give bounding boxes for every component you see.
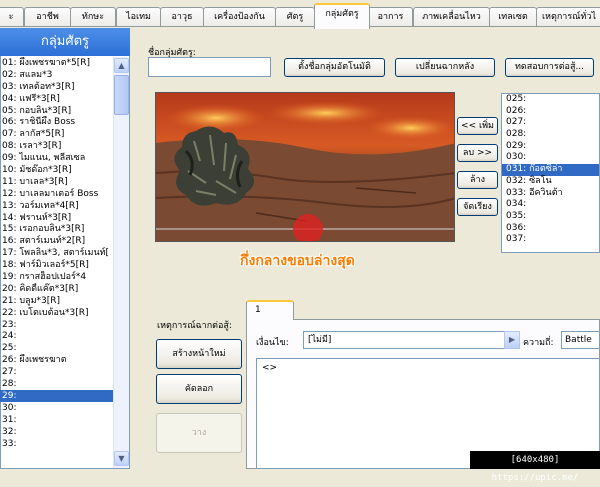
troop-list-item[interactable]: 04: แฟรี่*3[R] bbox=[0, 93, 113, 105]
enemy-list-item[interactable]: 036: bbox=[502, 223, 599, 235]
troop-list-item[interactable]: 18: ฟาร์มิวเลอร์*5[R] bbox=[0, 259, 113, 271]
troop-list-item[interactable]: 23: bbox=[0, 319, 113, 331]
troop-list-item[interactable]: 19: กราสฮ็อปเปอร์*4 bbox=[0, 271, 113, 283]
scroll-up-icon[interactable]: ▲ bbox=[114, 58, 129, 73]
enemy-list-item[interactable]: 026: bbox=[502, 106, 599, 118]
tab-animations[interactable]: ภาพเคลื่อนไหว bbox=[413, 7, 490, 27]
enemy-list-item[interactable]: 025: bbox=[502, 94, 599, 106]
troop-list-item[interactable]: 07: ลากัส*5[R] bbox=[0, 128, 113, 140]
troop-list-item[interactable]: 14: ฟรานห์*3[R] bbox=[0, 212, 113, 224]
troop-list-item[interactable]: 27: bbox=[0, 366, 113, 378]
copy-page-button[interactable]: คัดลอก bbox=[156, 374, 242, 404]
troop-list-item[interactable]: 31: bbox=[0, 414, 113, 426]
enemy-list-item[interactable]: 034: bbox=[502, 199, 599, 211]
add-enemy-button[interactable]: << เพิ่ม bbox=[457, 117, 498, 135]
troop-list-item[interactable]: 05: กอบลิน*3[R] bbox=[0, 105, 113, 117]
battle-preview[interactable] bbox=[155, 92, 455, 242]
tab-skills[interactable]: ทักษะ bbox=[70, 7, 116, 27]
remove-enemy-button[interactable]: ลบ >> bbox=[457, 144, 498, 162]
event-page-tab[interactable]: 1 bbox=[246, 300, 294, 320]
troop-list-item[interactable]: 20: คิดดี้แค๊ต*3[R] bbox=[0, 283, 113, 295]
troop-list-item[interactable]: 16: สตาร์เมนท์*2[R] bbox=[0, 235, 113, 247]
enemy-list-item[interactable]: 029: bbox=[502, 141, 599, 153]
troop-list-item[interactable]: 13: วอร์มเทล*4[R] bbox=[0, 200, 113, 212]
tab-armors[interactable]: เครื่องป้องกัน bbox=[203, 7, 276, 27]
troop-list-item[interactable]: 28: bbox=[0, 378, 113, 390]
scroll-down-icon[interactable]: ▼ bbox=[114, 451, 129, 466]
paste-page-button[interactable]: วาง bbox=[156, 413, 242, 453]
tab-partial[interactable]: ะ bbox=[0, 7, 24, 27]
condition-open-icon[interactable]: ▶ bbox=[504, 331, 520, 349]
clear-enemies-button[interactable]: ล้าง bbox=[457, 171, 498, 189]
scroll-thumb[interactable] bbox=[114, 75, 129, 115]
troop-list-item[interactable]: 21: บลูม*3[R] bbox=[0, 295, 113, 307]
tab-tilesets[interactable]: เทลเซต bbox=[489, 7, 537, 27]
battle-events-label: เหตุการณ์ฉากต่อสู้: bbox=[157, 321, 232, 331]
enemy-list[interactable]: 025: 026: 027: 028: 029: 030: 031: ก๊อตซิล่า 03… bbox=[501, 93, 600, 253]
troop-list-item[interactable]: 08: เรลา*3[R] bbox=[0, 140, 113, 152]
troop-list-item[interactable]: 22: เบโตเบต้อน*3[R] bbox=[0, 307, 113, 319]
enemy-list-item[interactable]: 031: ก๊อตซิล่า bbox=[502, 164, 599, 176]
condition-label: เงื่อนไข: bbox=[256, 338, 289, 348]
troop-list-item[interactable]: 30: bbox=[0, 402, 113, 414]
arrange-enemies-button[interactable]: จัดเรียง bbox=[457, 198, 498, 216]
tab-enemies[interactable]: ศัตรู bbox=[275, 7, 315, 27]
enemy-list-item[interactable]: 030: bbox=[502, 152, 599, 164]
troop-list-item[interactable]: 26: ผึ้งเพชรฆาต bbox=[0, 354, 113, 366]
enemy-list-item[interactable]: 032: ซิลโน bbox=[502, 176, 599, 188]
troop-list-item[interactable]: 01: ผึ้งเพชรฆาต*5[R] bbox=[0, 57, 113, 69]
event-page-tab-label: 1 bbox=[255, 305, 261, 315]
change-background-button[interactable]: เปลี่ยนฉากหลัง bbox=[395, 58, 495, 77]
troop-list-item[interactable]: 06: ราชินีผึ้ง Boss bbox=[0, 116, 113, 128]
enemy-list-item[interactable]: 028: bbox=[502, 129, 599, 141]
enemy-list-item[interactable]: 035: bbox=[502, 211, 599, 223]
span-label: ความถี่: bbox=[523, 338, 554, 348]
troop-list-item[interactable]: 02: สแลม*3 bbox=[0, 69, 113, 81]
enemy-list-item[interactable]: 033: อีควินต้า bbox=[502, 188, 599, 200]
tab-divider bbox=[0, 26, 600, 27]
troop-list-header: กลุ่มศัตรู bbox=[0, 28, 130, 56]
tab-weapons[interactable]: อาวุธ bbox=[160, 7, 204, 27]
troop-list-item[interactable]: 10: มัชด๊อก*3[R] bbox=[0, 164, 113, 176]
span-select[interactable]: Battle bbox=[561, 331, 600, 349]
tab-bar: ะ อาชีพ ทักษะ ไอเทม อาวุธ เครื่องป้องกัน… bbox=[0, 0, 600, 29]
tab-class[interactable]: อาชีพ bbox=[24, 7, 71, 27]
enemy-list-item[interactable]: 027: bbox=[502, 117, 599, 129]
troop-list-item[interactable]: 24: bbox=[0, 330, 113, 342]
auto-name-button[interactable]: ตั้งชื่อกลุ่มอัตโนมัติ bbox=[284, 58, 385, 77]
troop-list-item[interactable]: 11: บาเลล*3[R] bbox=[0, 176, 113, 188]
condition-field[interactable]: [ไม่มี] bbox=[303, 331, 506, 349]
troop-list[interactable]: 01: ผึ้งเพชรฆาต*5[R] 02: สแลม*3 03: เทลต้อ… bbox=[0, 57, 113, 469]
troop-list-scrollbar[interactable]: ▲ ▼ bbox=[113, 57, 129, 468]
tab-states[interactable]: อาการ bbox=[368, 7, 413, 27]
tab-items[interactable]: ไอเทม bbox=[116, 7, 161, 27]
troop-list-item[interactable]: 12: บาเลลมาเตอร์ Boss bbox=[0, 188, 113, 200]
troop-list-item[interactable]: 32: bbox=[0, 426, 113, 438]
enemy-list-item[interactable]: 037: bbox=[502, 234, 599, 246]
troop-name-input[interactable] bbox=[148, 57, 271, 77]
bottom-center-marker bbox=[293, 214, 323, 241]
troop-list-item[interactable]: 33: bbox=[0, 438, 113, 450]
troop-list-item[interactable]: 15: เรอกอบลิน*3[R] bbox=[0, 223, 113, 235]
watermark-text: [640x480] https://upic.me/ bbox=[470, 451, 600, 483]
battle-test-button[interactable]: ทดสอบการต่อสู้... bbox=[505, 58, 594, 77]
tab-troops[interactable]: กลุ่มศัตรู bbox=[314, 3, 370, 29]
troop-list-item[interactable]: 03: เทลต้อท*3[R] bbox=[0, 81, 113, 93]
tab-common-events[interactable]: เหตุการณ์ทั่วไ bbox=[536, 7, 600, 27]
troop-list-item[interactable]: 25: bbox=[0, 342, 113, 354]
troop-list-item[interactable]: 09: ไมแนน, พลีสเซล bbox=[0, 152, 113, 164]
annotation-text: กึ่งกลางขอบล่างสุด bbox=[240, 253, 355, 269]
command-line[interactable]: <> bbox=[262, 363, 277, 373]
troop-list-item[interactable]: 29: bbox=[0, 389, 113, 402]
new-page-button[interactable]: สร้างหน้าใหม่ bbox=[156, 339, 242, 369]
enemy-sprite-godzilla[interactable] bbox=[166, 121, 266, 211]
troop-list-item[interactable]: 17: โพลลิน*3, สตาร์เมนท์[ bbox=[0, 247, 113, 259]
